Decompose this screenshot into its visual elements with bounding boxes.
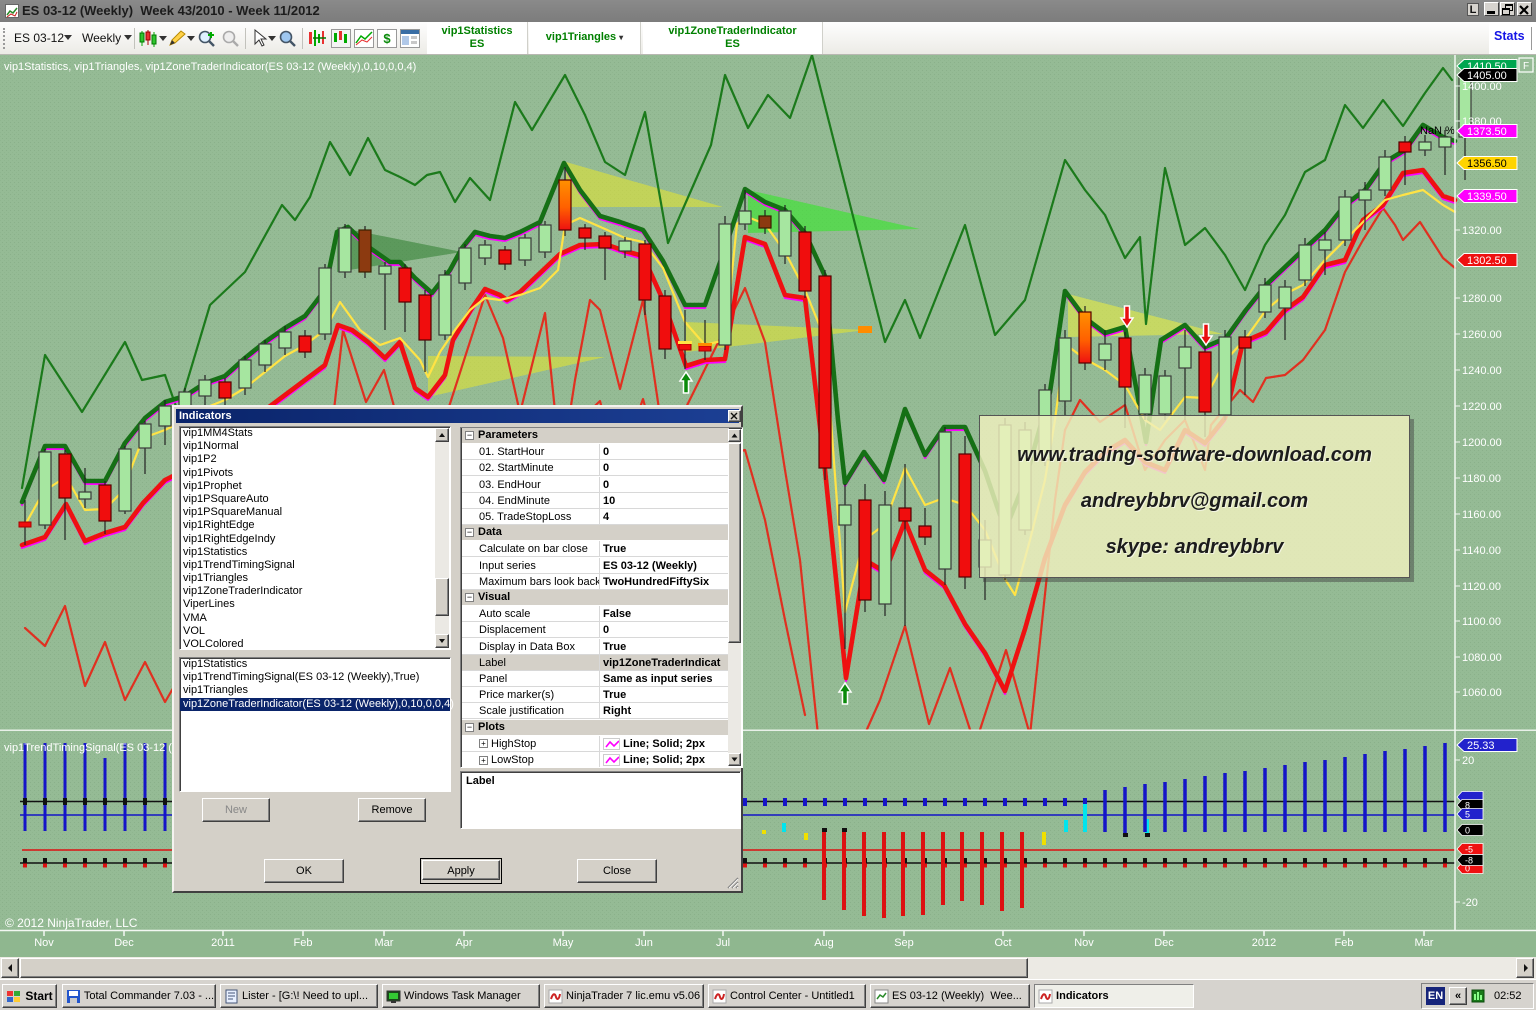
svg-text:1260.00: 1260.00 xyxy=(1462,329,1502,341)
svg-text:20: 20 xyxy=(1462,755,1474,767)
svg-text:1356.50: 1356.50 xyxy=(1467,158,1507,170)
svg-text:Dec: Dec xyxy=(114,937,134,949)
svg-text:2012: 2012 xyxy=(1252,937,1276,949)
svg-text:1302.50: 1302.50 xyxy=(1467,255,1507,267)
svg-text:1405.00: 1405.00 xyxy=(1467,70,1507,82)
svg-text:1240.00: 1240.00 xyxy=(1462,365,1502,377)
svg-text:1320.00: 1320.00 xyxy=(1462,225,1502,237)
svg-text:vip1Statistics, vip1Triangles,: vip1Statistics, vip1Triangles, vip1ZoneT… xyxy=(4,61,416,73)
svg-text:May: May xyxy=(553,937,574,949)
svg-text:Feb: Feb xyxy=(294,937,313,949)
svg-text:vip1TrendTimingSignal(ES 03-12: vip1TrendTimingSignal(ES 03-12 (W xyxy=(4,742,183,754)
svg-text:Dec: Dec xyxy=(1154,937,1174,949)
svg-text:1373.50: 1373.50 xyxy=(1467,126,1507,138)
svg-text:NaN %: NaN % xyxy=(1420,125,1455,137)
svg-text:1120.00: 1120.00 xyxy=(1462,581,1501,593)
svg-text:Nov: Nov xyxy=(34,937,54,949)
svg-text:2011: 2011 xyxy=(211,937,235,949)
svg-text:Sep: Sep xyxy=(894,937,914,949)
svg-text:Jun: Jun xyxy=(635,937,653,949)
svg-text:$: $ xyxy=(383,31,391,46)
svg-text:1080.00: 1080.00 xyxy=(1462,652,1502,664)
svg-text:1339.50: 1339.50 xyxy=(1467,191,1507,203)
svg-text:1060.00: 1060.00 xyxy=(1462,687,1502,699)
svg-text:1100.00: 1100.00 xyxy=(1462,616,1501,628)
svg-text:-20: -20 xyxy=(1462,897,1478,909)
svg-text:0: 0 xyxy=(1465,826,1470,836)
svg-text:F: F xyxy=(1523,61,1529,72)
svg-text:Apr: Apr xyxy=(455,937,472,949)
svg-text:1280.00: 1280.00 xyxy=(1462,293,1502,305)
svg-text:1180.00: 1180.00 xyxy=(1462,473,1501,485)
svg-text:Nov: Nov xyxy=(1074,937,1094,949)
svg-text:1220.00: 1220.00 xyxy=(1462,401,1502,413)
svg-text:Mar: Mar xyxy=(375,937,394,949)
svg-text:-5: -5 xyxy=(1465,845,1473,855)
svg-text:1400.00: 1400.00 xyxy=(1462,81,1502,93)
svg-text:Mar: Mar xyxy=(1415,937,1434,949)
svg-text:-8: -8 xyxy=(1465,856,1473,866)
svg-text:1140.00: 1140.00 xyxy=(1462,545,1501,557)
svg-text:1160.00: 1160.00 xyxy=(1462,509,1501,521)
svg-text:Oct: Oct xyxy=(994,937,1011,949)
svg-text:Aug: Aug xyxy=(814,937,834,949)
svg-text:© 2012 NinjaTrader, LLC: © 2012 NinjaTrader, LLC xyxy=(5,916,138,930)
svg-text:25.33: 25.33 xyxy=(1467,740,1495,752)
svg-text:1200.00: 1200.00 xyxy=(1462,437,1502,449)
svg-text:Feb: Feb xyxy=(1335,937,1354,949)
svg-text:5: 5 xyxy=(1465,810,1470,820)
svg-text:Jul: Jul xyxy=(716,937,730,949)
